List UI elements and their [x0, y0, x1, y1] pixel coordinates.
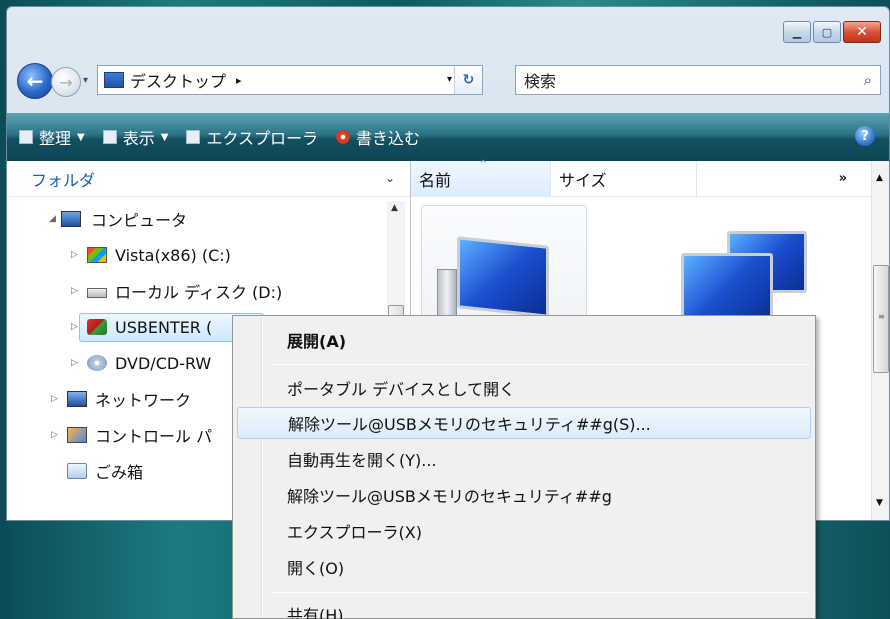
chevron-down-icon[interactable]: ⌄: [385, 171, 395, 185]
vista-drive-icon: [87, 247, 107, 263]
tree-label: ネットワーク: [95, 391, 192, 410]
expand-icon[interactable]: ▷: [71, 358, 78, 368]
navigation-row: ← → ▾ デスクトップ ▸ ▾ ↻ 検索 ⌕: [17, 61, 881, 101]
views-icon: [102, 130, 117, 144]
explore-label: エクスプローラ: [206, 129, 318, 148]
burn-button[interactable]: 書き込む: [335, 125, 420, 149]
views-button[interactable]: 表示 ▼: [102, 125, 169, 149]
usb-drive-icon: [87, 319, 107, 335]
expand-icon[interactable]: ▷: [71, 250, 78, 260]
explore-button[interactable]: エクスプローラ: [186, 125, 318, 149]
menu-item-unlock-tool[interactable]: 解除ツール@USBメモリのセキュリティ##g: [237, 479, 811, 511]
desktop-icon: [104, 72, 124, 88]
control-panel-icon: [67, 427, 87, 443]
computer-monitor-image: [457, 236, 549, 318]
close-button[interactable]: ✕: [843, 21, 881, 43]
back-button[interactable]: ←: [17, 63, 53, 99]
network-icon: [67, 391, 87, 407]
tree-label: コントロール パ: [95, 427, 213, 446]
help-icon[interactable]: ?: [855, 126, 875, 146]
command-bar: 整理 ▼ 表示 ▼ エクスプローラ 書き込む ?: [7, 113, 889, 161]
address-dropdown-icon[interactable]: ▾: [447, 74, 452, 85]
tree-label: DVD/CD-RW: [115, 353, 212, 373]
history-dropdown-icon[interactable]: ▾: [83, 75, 88, 86]
menu-item-autoplay[interactable]: 自動再生を開く(Y)...: [237, 443, 811, 475]
views-label: 表示: [122, 129, 155, 148]
more-columns-icon[interactable]: »: [839, 171, 847, 186]
organize-button[interactable]: 整理 ▼: [19, 125, 85, 149]
minimize-button[interactable]: ▁: [783, 21, 811, 43]
menu-item-expand[interactable]: 展開(A): [237, 324, 811, 356]
chevron-down-icon: ▼: [77, 131, 85, 143]
scroll-up-icon[interactable]: ▲: [876, 173, 883, 183]
column-more[interactable]: »: [697, 161, 857, 197]
dvd-drive-icon: [87, 355, 107, 371]
chevron-down-icon: ▼: [160, 131, 169, 143]
search-icon[interactable]: ⌕: [864, 71, 872, 89]
column-size-label: サイズ: [559, 171, 607, 190]
caption-buttons: ▁ ▢ ✕: [783, 21, 881, 43]
folder-header[interactable]: フォルダ ⌄: [7, 161, 410, 197]
scroll-up-icon[interactable]: ▲: [391, 203, 398, 213]
tree-label: コンピュータ: [91, 211, 188, 230]
address-location[interactable]: デスクトップ: [130, 68, 226, 92]
menu-item-explore[interactable]: エクスプローラ(X): [237, 515, 811, 547]
tree-item-computer[interactable]: ◢ コンピュータ: [7, 201, 387, 237]
tree-label: USBENTER (: [115, 317, 213, 337]
context-menu: 展開(A) ポータブル デバイスとして開く 解除ツール@USBメモリのセキュリテ…: [232, 315, 816, 619]
sort-ascending-icon: ^: [479, 159, 488, 170]
scroll-grip-icon: ≡: [878, 312, 885, 321]
folder-header-label: フォルダ: [31, 170, 96, 190]
collapse-icon[interactable]: ◢: [49, 214, 56, 224]
refresh-button[interactable]: ↻: [454, 66, 482, 94]
column-header: 名前 ^ サイズ »: [411, 159, 871, 197]
tree-item-local-disk-d[interactable]: ▷ ローカル ディスク (D:): [7, 273, 387, 309]
menu-item-open[interactable]: 開く(O): [237, 551, 811, 583]
menu-separator: [271, 592, 809, 593]
forward-button[interactable]: →: [51, 67, 81, 97]
search-placeholder: 検索: [524, 72, 557, 91]
content-scrollbar[interactable]: ▲ ≡ ▼: [871, 161, 889, 520]
expand-icon[interactable]: ▷: [71, 286, 78, 296]
tree-label: Vista(x86) (C:): [115, 245, 231, 265]
column-size[interactable]: サイズ: [551, 161, 697, 197]
menu-item-unlock-tool-s[interactable]: 解除ツール@USBメモリのセキュリティ##g(S)...: [237, 407, 811, 439]
organize-icon: [19, 130, 33, 144]
tree-label: ごみ箱: [95, 463, 144, 482]
maximize-button[interactable]: ▢: [813, 21, 841, 43]
scroll-down-icon[interactable]: ▼: [876, 498, 883, 508]
column-name[interactable]: 名前 ^: [411, 159, 551, 197]
menu-item-share[interactable]: 共有(H)...: [237, 598, 811, 619]
burn-icon: [335, 130, 350, 144]
recycle-bin-icon: [67, 463, 87, 479]
tree-item-vista-c[interactable]: ▷ Vista(x86) (C:): [7, 237, 387, 273]
tree-label: ローカル ディスク (D:): [115, 283, 283, 302]
column-name-label: 名前: [419, 171, 452, 190]
expand-icon[interactable]: ▷: [51, 394, 58, 404]
expand-icon[interactable]: ▷: [71, 322, 78, 332]
menu-item-open-portable[interactable]: ポータブル デバイスとして開く: [237, 372, 811, 404]
address-bar[interactable]: デスクトップ ▸ ▾ ↻: [97, 65, 483, 95]
burn-label: 書き込む: [355, 129, 420, 148]
organize-label: 整理: [39, 129, 72, 148]
scroll-thumb[interactable]: ≡: [873, 265, 889, 373]
expand-icon[interactable]: ▷: [51, 430, 58, 440]
search-input[interactable]: 検索 ⌕: [515, 65, 881, 95]
explore-icon: [186, 130, 201, 144]
menu-separator: [271, 364, 809, 365]
breadcrumb-arrow-icon[interactable]: ▸: [236, 74, 242, 87]
drive-icon: [87, 288, 107, 298]
computer-icon: [61, 211, 81, 227]
